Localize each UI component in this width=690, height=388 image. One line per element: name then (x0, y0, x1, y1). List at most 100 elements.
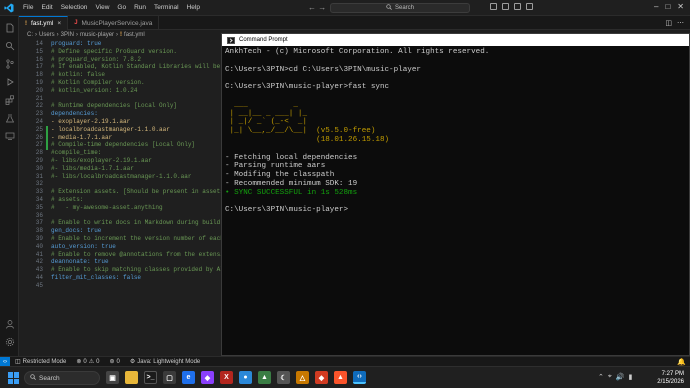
menu-item[interactable]: Edit (37, 4, 56, 11)
brave-icon[interactable]: ▲ (334, 371, 347, 384)
menu-item[interactable]: Go (113, 4, 130, 11)
task-view-icon[interactable]: ▣ (106, 371, 119, 384)
code-line[interactable] (51, 212, 221, 220)
tab-music-player-service[interactable]: J MusicPlayerService.java (68, 16, 160, 30)
manage-gear-icon[interactable] (4, 336, 15, 347)
code-line[interactable] (51, 180, 221, 188)
taskbar-search[interactable]: Search (24, 371, 100, 385)
toggle-sidebar-icon[interactable] (490, 3, 497, 10)
code-line[interactable]: #- libs/media-1.7.1.aar (51, 165, 221, 173)
code-line[interactable]: #- libs/localbroadcastmanager-1.1.0.aar (51, 173, 221, 181)
edge-icon[interactable]: e (182, 371, 195, 384)
restricted-mode-indicator[interactable]: ◫ Restricted Mode (10, 358, 71, 366)
tab-fast-yml[interactable]: ! fast.yml × (19, 16, 69, 30)
menu-item[interactable]: File (19, 4, 37, 11)
code-line[interactable]: # If enabled, Kotlin Standard Libraries … (51, 63, 221, 71)
vscode-taskbar-icon[interactable]: ‹› (353, 371, 366, 384)
toggle-panel-icon[interactable] (502, 3, 509, 10)
code-line[interactable]: #compile_time: (51, 149, 221, 157)
code-line[interactable]: deannonate: true (51, 258, 221, 266)
code-line[interactable]: dependencies: (51, 110, 221, 118)
code-line[interactable]: # Enable to write docs in Markdown durin… (51, 219, 221, 227)
run-debug-icon[interactable] (4, 76, 15, 87)
explorer-icon[interactable] (4, 22, 15, 33)
code-line[interactable]: proguard: true (51, 40, 221, 48)
toggle-secondary-sidebar-icon[interactable] (514, 3, 521, 10)
code-line[interactable]: filter_mit_classes: false (51, 274, 221, 282)
search-view-icon[interactable] (4, 40, 15, 51)
command-center-search[interactable]: Search (330, 3, 470, 13)
breadcrumb-item[interactable]: music-player (80, 32, 114, 38)
code-line[interactable]: #- libs/exoplayer-2.19.1.aar (51, 157, 221, 165)
close-icon[interactable]: ✕ (677, 2, 684, 11)
volume-icon[interactable]: 🔊 (616, 373, 625, 381)
code-line[interactable]: # kotlin_version: 1.0.24 (51, 87, 221, 95)
code-line[interactable]: # Enable to skip matching classes provid… (51, 266, 221, 274)
extensions-icon[interactable] (4, 94, 15, 105)
app-icon-blue[interactable]: ● (239, 371, 252, 384)
notifications-bell-icon[interactable]: 🔔 (677, 358, 686, 366)
breadcrumb-item[interactable]: C: (27, 32, 33, 38)
breadcrumb-item[interactable]: Users (39, 32, 55, 38)
app-icon-purple[interactable]: ◆ (201, 371, 214, 384)
ports-indicator[interactable]: ⊛ 0 (104, 358, 124, 366)
chevron-up-icon[interactable]: ⌃ (598, 373, 604, 381)
battery-icon[interactable]: ▮ (629, 373, 633, 381)
app-icon-green[interactable]: ▲ (258, 371, 271, 384)
remote-indicator-icon[interactable]: ‹› (0, 356, 10, 367)
remote-explorer-icon[interactable] (4, 130, 15, 141)
code-line[interactable]: # proguard_version: 7.8.2 (51, 56, 221, 64)
java-status[interactable]: ⚙ Java: Lightweight Mode (125, 358, 205, 366)
accounts-icon[interactable] (4, 318, 15, 329)
code-line[interactable]: # Kotlin Compiler version. (51, 79, 221, 87)
code-line[interactable]: auto_version: true (51, 243, 221, 251)
source-control-icon[interactable] (4, 58, 15, 69)
vlc-icon[interactable]: △ (296, 371, 309, 384)
file-explorer-icon[interactable] (125, 371, 138, 384)
code-lines[interactable]: proguard: true # Define specific ProGuard… (51, 40, 221, 290)
code-line[interactable]: # kotlin: false (51, 71, 221, 79)
problems-indicator[interactable]: ⊗ 0 ⚠ 0 (71, 358, 104, 366)
breadcrumb-item[interactable]: 3PIN (61, 32, 74, 38)
menu-item[interactable]: View (91, 4, 113, 11)
breadcrumb-item[interactable]: fast.yml (124, 32, 145, 38)
gallery-icon[interactable]: ▢ (163, 371, 176, 384)
wifi-icon[interactable]: ⌖ (608, 373, 612, 381)
code-line[interactable]: # Define specific ProGuard version. (51, 48, 221, 56)
git-icon[interactable]: ◆ (315, 371, 328, 384)
code-line[interactable]: - exoplayer-2.19.1.aar (51, 118, 221, 126)
code-line[interactable]: # Extension assets. [Should be present i… (51, 188, 221, 196)
app-icon-red-x[interactable]: X (220, 371, 233, 384)
minimize-icon[interactable]: – (654, 2, 658, 11)
code-line[interactable]: # Runtime dependencies [Local Only] (51, 102, 221, 110)
maximize-icon[interactable]: □ (665, 2, 670, 11)
code-line[interactable]: # - my-awesome-asset.anything (51, 204, 221, 212)
command-prompt-window[interactable]: Command Prompt AnkhTech - (c) Microsoft … (221, 33, 690, 356)
testing-icon[interactable] (4, 112, 15, 123)
command-prompt-app-icon[interactable]: >_ (144, 371, 157, 384)
navigation-arrows-icon[interactable]: ← → (308, 3, 326, 12)
menu-item[interactable]: Terminal (150, 4, 183, 11)
code-line[interactable]: # Compile-time dependencies [Local Only] (51, 141, 221, 149)
tab-close-icon[interactable]: × (57, 20, 61, 27)
code-line[interactable] (51, 282, 221, 290)
code-line[interactable]: gen_docs: true (51, 227, 221, 235)
code-line[interactable]: - media-1.7.1.aar (51, 134, 221, 142)
code-line[interactable]: # assets: (51, 196, 221, 204)
taskbar-clock[interactable]: 7:27 PM 2/15/2026 (646, 370, 684, 386)
code-line[interactable]: - localbroadcastmanager-1.1.0.aar (51, 126, 221, 134)
customize-layout-icon[interactable] (526, 3, 533, 10)
code-editor[interactable]: 14 15 16 17 18 19 20 21 22 23 24 25 26 27 28 29 30 31 32 33… (19, 40, 221, 356)
menu-item[interactable]: Selection (57, 4, 92, 11)
menu-item[interactable]: Run (130, 4, 150, 11)
code-line[interactable]: # Enable to increment the version number… (51, 235, 221, 243)
split-editor-icon[interactable]: ◫ (665, 19, 672, 27)
code-line[interactable]: # Enable to remove @annotations from the… (51, 251, 221, 259)
command-prompt-titlebar[interactable]: Command Prompt (222, 34, 689, 46)
windows-start-icon[interactable] (8, 372, 20, 384)
more-actions-icon[interactable]: ⋯ (677, 19, 684, 27)
menu-item[interactable]: Help (183, 4, 204, 11)
app-icon-moon[interactable]: ☾ (277, 371, 290, 384)
terminal-output[interactable]: AnkhTech - (c) Microsoft Corporation. Al… (222, 46, 689, 217)
code-line[interactable] (51, 95, 221, 103)
